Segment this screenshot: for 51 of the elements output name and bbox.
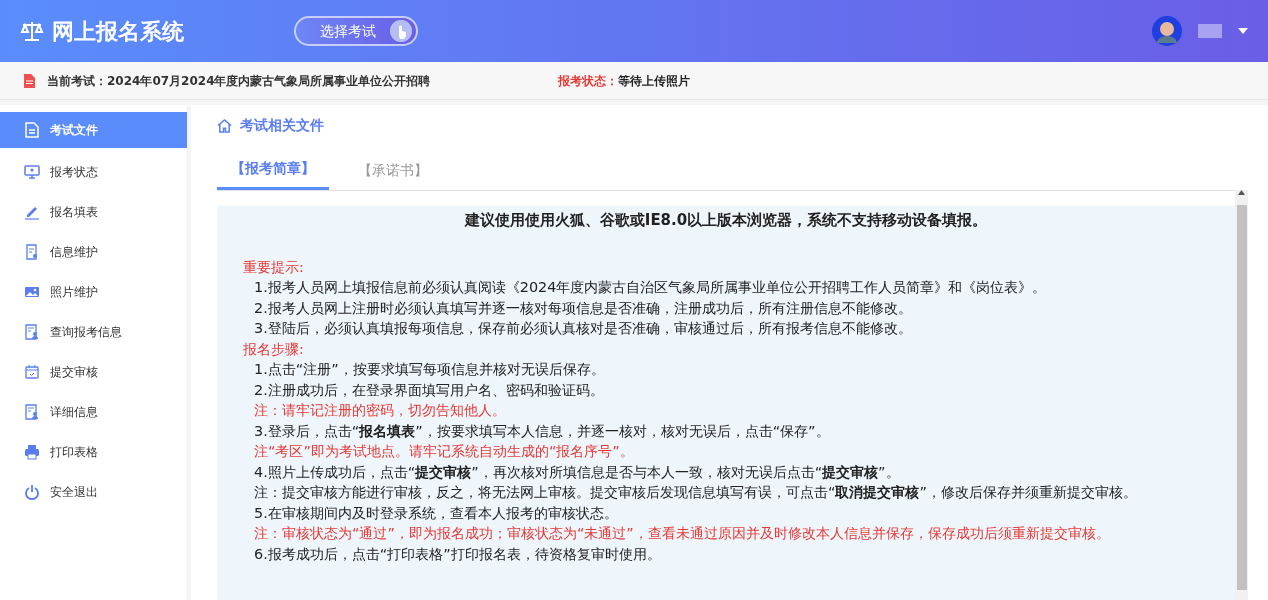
tab[interactable]: 【报考简章】 bbox=[217, 152, 329, 190]
blurred-username bbox=[1198, 24, 1222, 38]
instruction-line: 3.登录后，点击“报名填表”，按要求填写本人信息，并逐一核对，核对无误后，点击“保存”。 bbox=[253, 421, 831, 441]
page-title: 考试相关文件 bbox=[240, 116, 324, 135]
scrollbar[interactable] bbox=[1235, 190, 1248, 600]
power-icon bbox=[24, 484, 40, 500]
printer-icon bbox=[24, 444, 40, 460]
app-title: 网上报名系统 bbox=[52, 17, 184, 46]
instruction-line: 注：提交审核方能进行审核，反之，将无法网上审核。提交审核后发现信息填写有误，可点击“取消提交审核”，修改后保存并须重新提交审核。 bbox=[253, 483, 1138, 502]
status-value: 等待上传照片 bbox=[617, 72, 690, 90]
document-icon bbox=[24, 122, 40, 138]
sidebar-item[interactable]: 查询报考信息 bbox=[0, 312, 187, 352]
note-line: 注：审核状态为“通过”，即为报名成功；审核状态为“未通过”，查看未通过原因并及时修改本人信息并保存，保存成功后须重新提交审核。 bbox=[253, 524, 1111, 543]
sidebar-item[interactable]: 报名填表 bbox=[0, 192, 187, 232]
sidebar-item[interactable]: 信息维护 bbox=[0, 232, 187, 272]
instruction-line: 5.在审核期间内及时登录系统，查看本人报考的审核状态。 bbox=[253, 503, 619, 523]
sidebar-item[interactable]: 详细信息 bbox=[0, 392, 187, 432]
user-document-icon bbox=[24, 404, 40, 420]
document-icon bbox=[24, 73, 35, 88]
instruction-line: 1.点击“注册”，按要求填写每项信息并核对无误后保存。 bbox=[253, 360, 606, 379]
instruction-line: 2.报考人员网上注册时必须认真填写并逐一核对每项信息是否准确，注册成功后，所有注册信息不能修改。 bbox=[253, 298, 913, 318]
sidebar-item[interactable]: 安全退出 bbox=[0, 472, 187, 512]
monitor-icon bbox=[24, 164, 40, 180]
note-line: 注“考区”即为考试地点。请牢记系统自动生成的“报名序号”。 bbox=[253, 442, 635, 461]
note-line: 注：请牢记注册的密码，切勿告知他人。 bbox=[253, 401, 507, 420]
scales-icon bbox=[20, 20, 44, 42]
avatar-icon bbox=[1152, 16, 1182, 46]
section-heading: 报名步骤: bbox=[243, 339, 305, 359]
instruction-line: 1.报考人员网上填报信息前必须认真阅读《2024年度内蒙古自治区气象局所属事业单位公开招聘工作人员简章》和《岗位表》。 bbox=[253, 278, 1048, 297]
form-icon bbox=[24, 244, 40, 260]
instruction-line: 6.报考成功后，点击“打印表格”打印报名表，待资格复审时使用。 bbox=[253, 544, 662, 564]
pencil-icon bbox=[24, 204, 40, 220]
scroll-up-icon[interactable] bbox=[1238, 190, 1245, 195]
select-exam-button[interactable]: 选择考试 bbox=[294, 16, 418, 46]
section-heading: 重要提示: bbox=[243, 257, 305, 277]
calendar-icon bbox=[24, 364, 40, 380]
sidebar-item[interactable]: 打印表格 bbox=[0, 432, 187, 472]
sidebar-item[interactable]: 报考状态 bbox=[0, 152, 187, 192]
hand-pointer-icon bbox=[390, 20, 412, 42]
home-icon bbox=[217, 118, 232, 133]
image-icon bbox=[24, 284, 40, 300]
sidebar-item[interactable]: 提交审核 bbox=[0, 352, 187, 392]
instruction-line: 3.登陆后，必须认真填报每项信息，保存前必须认真核对是否准确，审核通过后，所有报考信息不能修改。 bbox=[253, 319, 913, 338]
status-label: 报考状态： bbox=[557, 72, 618, 90]
sidebar-item[interactable]: 照片维护 bbox=[0, 272, 187, 312]
current-exam-text: 当前考试：2024年07月2024年度内蒙古气象局所属事业单位公开招聘 bbox=[47, 72, 431, 90]
user-document-icon bbox=[24, 324, 40, 340]
caret-icon[interactable] bbox=[1238, 28, 1248, 34]
instruction-line: 4.照片上传成功后，点击“提交审核”，再次核对所填信息是否与本人一致，核对无误后点击“提交审核”。 bbox=[253, 462, 901, 482]
browser-notice: 建议使用使用火狐、谷歌或IE8.0以上版本浏览器，系统不支持移动设备填报。 bbox=[463, 210, 989, 231]
instruction-line: 2.注册成功后，在登录界面填写用户名、密码和验证码。 bbox=[253, 380, 605, 400]
